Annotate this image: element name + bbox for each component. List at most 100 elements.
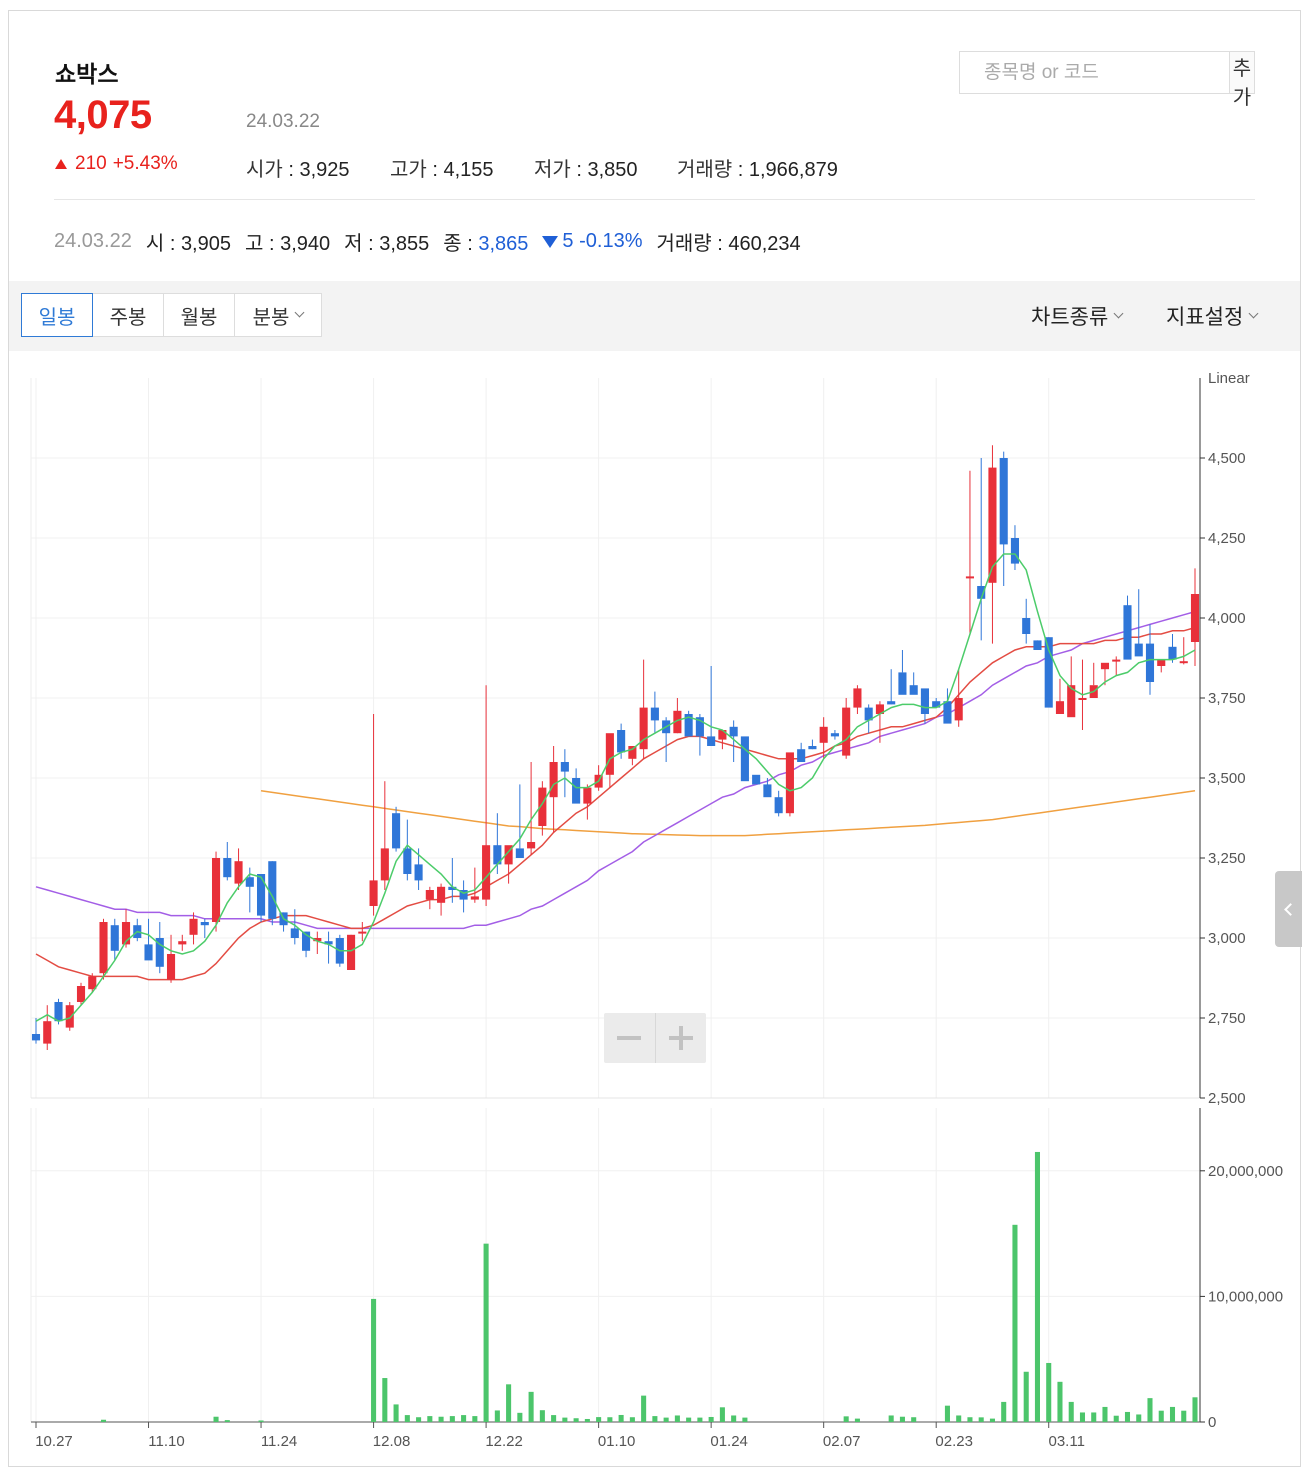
candlestick bbox=[965, 470, 975, 634]
candle-body bbox=[830, 733, 839, 737]
volume-bar bbox=[404, 1415, 410, 1422]
volume-bar bbox=[382, 1378, 388, 1422]
candle-body bbox=[1190, 594, 1200, 642]
minus-icon bbox=[617, 1036, 642, 1040]
chart-toolbar: 일봉 주봉 월봉 분봉 차트종류 지표설정 bbox=[9, 281, 1300, 351]
x-tick-label: 12.22 bbox=[485, 1433, 523, 1450]
stock-chart[interactable]: Linear 2,500 2,750 3,000 3,250 3,500 3,750 4,00… bbox=[9, 361, 1300, 1466]
volume-bar bbox=[1091, 1412, 1097, 1422]
candlestick bbox=[673, 698, 682, 734]
zoom-in-button[interactable] bbox=[656, 1013, 707, 1063]
volume-bar bbox=[371, 1298, 377, 1422]
candle-body bbox=[166, 954, 176, 980]
candle-body bbox=[853, 688, 862, 708]
volume-bar bbox=[438, 1416, 444, 1422]
tab-weekly[interactable]: 주봉 bbox=[92, 293, 164, 337]
add-button[interactable]: 추가 bbox=[1229, 52, 1254, 109]
candle-body bbox=[628, 746, 637, 759]
candle-body bbox=[898, 672, 907, 695]
volume-bar bbox=[393, 1404, 399, 1422]
tab-monthly[interactable]: 월봉 bbox=[163, 293, 235, 337]
candle-body bbox=[358, 931, 367, 934]
volume-bar bbox=[708, 1416, 714, 1422]
candle-body bbox=[189, 918, 198, 935]
x-tick-label: 02.23 bbox=[935, 1433, 973, 1450]
open-price: 시가 : 3,925 bbox=[246, 159, 350, 181]
candle-body bbox=[144, 944, 153, 961]
candlestick bbox=[527, 762, 536, 855]
candlestick bbox=[594, 765, 603, 791]
candlestick bbox=[808, 739, 817, 750]
candle-body bbox=[54, 1002, 63, 1022]
high-price: 고가 : 4,155 bbox=[390, 159, 494, 181]
volume-bar bbox=[911, 1417, 917, 1422]
candle-body bbox=[347, 934, 356, 970]
candlestick bbox=[347, 934, 356, 970]
crosshair-date: 24.03.22 bbox=[54, 230, 132, 252]
volume-bar bbox=[483, 1243, 489, 1422]
x-tick-label: 03.11 bbox=[1048, 1433, 1084, 1450]
candle-body bbox=[65, 1005, 74, 1028]
zoom-out-button[interactable] bbox=[604, 1013, 656, 1063]
down-triangle-icon bbox=[542, 235, 559, 248]
candle-body bbox=[1168, 646, 1177, 660]
candle-body bbox=[425, 890, 434, 900]
volume-bar bbox=[1046, 1362, 1052, 1422]
candle-body bbox=[31, 1034, 41, 1041]
search-input[interactable] bbox=[960, 52, 1229, 93]
candlestick bbox=[785, 752, 794, 817]
candle-body bbox=[1033, 640, 1042, 650]
candle-body bbox=[797, 749, 806, 762]
candle-body bbox=[392, 813, 401, 849]
candle-body bbox=[549, 762, 558, 798]
candlestick bbox=[392, 806, 401, 852]
volume-bar bbox=[697, 1417, 703, 1422]
volume-bar bbox=[100, 1419, 107, 1422]
candlestick bbox=[155, 922, 164, 974]
volume-bar bbox=[528, 1391, 534, 1422]
candle-body bbox=[369, 880, 378, 906]
candlestick bbox=[31, 1018, 41, 1044]
tab-daily[interactable]: 일봉 bbox=[21, 293, 93, 337]
chart-type-dropdown[interactable]: 차트종류 bbox=[1031, 301, 1124, 331]
candle-body bbox=[920, 688, 929, 714]
candlestick bbox=[853, 685, 862, 714]
candlestick bbox=[1112, 656, 1121, 676]
candle-body bbox=[1157, 659, 1166, 666]
chevron-left-icon bbox=[1284, 902, 1297, 916]
x-tick-label: 01.10 bbox=[598, 1433, 636, 1450]
candle-body bbox=[842, 707, 851, 756]
volume-bar bbox=[551, 1415, 557, 1422]
candlestick bbox=[842, 698, 851, 759]
indicator-settings-dropdown[interactable]: 지표설정 bbox=[1166, 301, 1259, 331]
volume-bar bbox=[843, 1416, 849, 1422]
candle-body bbox=[729, 726, 738, 737]
side-panel-toggle[interactable] bbox=[1275, 871, 1302, 947]
candle-body bbox=[740, 736, 749, 782]
candlestick bbox=[144, 918, 153, 961]
chart-grid bbox=[30, 378, 1200, 1423]
candle-body bbox=[707, 736, 716, 746]
candle-body bbox=[808, 746, 817, 750]
candle-body bbox=[290, 928, 299, 938]
candle-body bbox=[43, 1021, 52, 1044]
candlestick bbox=[166, 934, 176, 983]
candlestick bbox=[1134, 589, 1143, 657]
stock-widget: 쇼박스 4,075 24.03.22 210 +5.43% 시가 : 3,925… bbox=[8, 10, 1302, 1467]
candlestick bbox=[459, 880, 468, 913]
volume-bar bbox=[472, 1416, 478, 1422]
candle-body bbox=[178, 941, 187, 945]
up-triangle-icon bbox=[55, 159, 67, 169]
volume-bar bbox=[584, 1418, 590, 1422]
tab-minute[interactable]: 분봉 bbox=[234, 293, 322, 337]
volume-bar bbox=[539, 1410, 545, 1422]
x-tick-label: 01.24 bbox=[710, 1433, 748, 1450]
candle-body bbox=[482, 845, 491, 900]
change-amount: 210 bbox=[75, 153, 107, 174]
candle-body bbox=[1123, 605, 1132, 660]
volume-tick-label: 20,000,000 bbox=[1208, 1163, 1283, 1180]
candle-body bbox=[110, 925, 119, 951]
candle-body bbox=[909, 685, 918, 695]
candlestick bbox=[920, 688, 929, 724]
x-tick-label: 02.07 bbox=[823, 1433, 861, 1450]
